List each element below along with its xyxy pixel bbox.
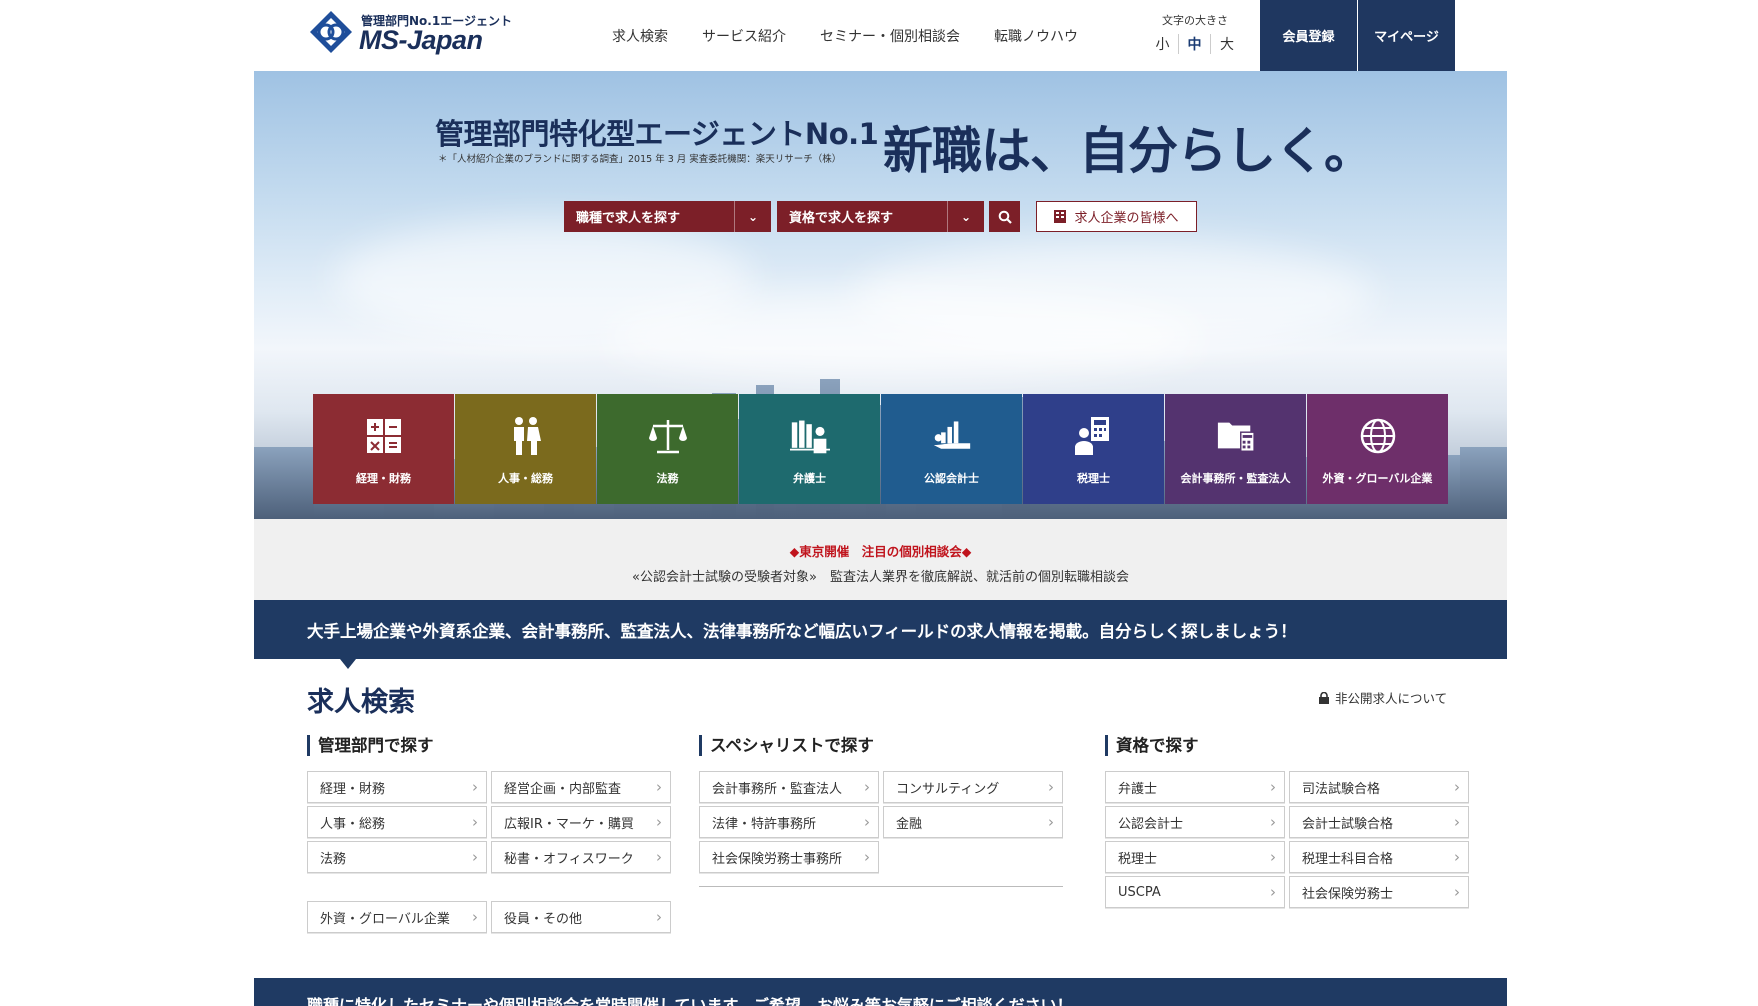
tile-label: 税理士 xyxy=(1077,472,1110,485)
link-uscpa[interactable]: USCPA xyxy=(1105,876,1285,908)
tile-label: 法務 xyxy=(656,472,679,485)
tile-accounting[interactable]: 経理・財務 xyxy=(313,394,454,504)
logo-mark-icon xyxy=(310,11,352,53)
notice-text: «公認会計士試験の受験者対象» 監査法人業界を徹底解説、就活前の個別転職相談会 xyxy=(632,570,1129,585)
font-size-medium[interactable]: 中 xyxy=(1179,34,1211,54)
banner-pointer xyxy=(340,659,356,669)
event-notice[interactable]: ◆東京開催 注目の個別相談会◆ «公認会計士試験の受験者対象» 監査法人業界を徹… xyxy=(254,519,1507,600)
search-icon xyxy=(998,210,1012,224)
link-accounting[interactable]: 経理・財務 xyxy=(307,771,487,803)
tile-label: 人事・総務 xyxy=(498,472,553,485)
mypage-button[interactable]: マイページ xyxy=(1358,0,1455,71)
register-button[interactable]: 会員登録 xyxy=(1260,0,1357,71)
calc-person-icon xyxy=(1074,416,1114,456)
link-executive[interactable]: 役員・その他 xyxy=(491,901,671,933)
logo-wordmark: MS-Japan xyxy=(359,25,483,55)
tile-lawyer[interactable]: 弁護士 xyxy=(739,394,880,504)
tile-hr[interactable]: 人事・総務 xyxy=(455,394,596,504)
tile-cpa[interactable]: 公認会計士 xyxy=(881,394,1022,504)
job-type-select-label: 職種で求人を探す xyxy=(576,211,681,226)
hero: 管理部門特化型エージェントNo.1 ＊「人材紹介企業のブランドに関する調査」20… xyxy=(254,71,1507,519)
heading-by-department: 管理部門で探す xyxy=(307,735,434,756)
corporate-link-button[interactable]: 求人企業の皆様へ xyxy=(1036,201,1197,232)
qualification-select-label: 資格で求人を探す xyxy=(789,211,894,226)
link-corporate-planning[interactable]: 経営企画・内部監査 xyxy=(491,771,671,803)
link-tax-subject[interactable]: 税理士科目合格 xyxy=(1289,841,1469,873)
heading-by-specialist: スペシャリストで探す xyxy=(699,735,874,756)
folder-icon xyxy=(1216,416,1256,456)
people-icon xyxy=(506,416,546,456)
link-finance[interactable]: 金融 xyxy=(883,806,1063,838)
hero-headline: 管理部門特化型エージェントNo.1 xyxy=(435,117,879,151)
nav-seminar[interactable]: セミナー・個別相談会 xyxy=(820,26,960,46)
seminar-banner-text: 職種に特化したセミナーや個別相談会を常時開催しています。ご希望、お悩み等お気軽に… xyxy=(307,996,1073,1006)
corporate-link-label: 求人企業の皆様へ xyxy=(1074,211,1179,226)
tile-label: 外資・グローバル企業 xyxy=(1322,472,1433,485)
nav-service[interactable]: サービス紹介 xyxy=(702,26,786,46)
font-size-large[interactable]: 大 xyxy=(1211,34,1243,54)
link-legal[interactable]: 法務 xyxy=(307,841,487,873)
lock-icon xyxy=(1319,691,1329,704)
heading-by-qualification: 資格で探す xyxy=(1105,735,1199,756)
chart-icon xyxy=(932,416,972,456)
job-type-select[interactable]: 職種で求人を探す ⌄ xyxy=(564,201,771,232)
link-global[interactable]: 外資・グローバル企業 xyxy=(307,901,487,933)
tile-label: 公認会計士 xyxy=(924,472,979,485)
page: 管理部門No.1エージェント MS-Japan 求人検索 サービス紹介 セミナー… xyxy=(0,0,1758,1006)
link-consulting[interactable]: コンサルティング xyxy=(883,771,1063,803)
link-accounting-firm[interactable]: 会計事務所・監査法人 xyxy=(699,771,879,803)
link-cpa[interactable]: 公認会計士 xyxy=(1105,806,1285,838)
seminar-banner: 職種に特化したセミナーや個別相談会を常時開催しています。ご希望、お悩み等お気軽に… xyxy=(254,978,1507,1006)
hero-catchcopy: 新職は、自分らしく。 xyxy=(883,122,1374,180)
link-hr[interactable]: 人事・総務 xyxy=(307,806,487,838)
nav-knowhow[interactable]: 転職ノウハウ xyxy=(994,26,1078,46)
link-pr-marketing[interactable]: 広報IR・マーケ・購買 xyxy=(491,806,671,838)
font-size-small[interactable]: 小 xyxy=(1147,34,1179,54)
search-button[interactable] xyxy=(989,201,1020,232)
category-tiles: 経理・財務 人事・総務 法務 弁護士 公認会計士 税理士 会計事務所・監査法人 … xyxy=(313,394,1449,504)
tile-label: 弁護士 xyxy=(793,472,826,485)
link-labor-firm[interactable]: 社会保険労務士事務所 xyxy=(699,841,879,873)
link-bar-exam[interactable]: 司法試験合格 xyxy=(1289,771,1469,803)
link-law-firm[interactable]: 法律・特許事務所 xyxy=(699,806,879,838)
building-icon xyxy=(1054,210,1067,223)
tile-label: 会計事務所・監査法人 xyxy=(1180,472,1291,485)
qualification-select[interactable]: 資格で求人を探す ⌄ xyxy=(777,201,984,232)
site-header: 管理部門No.1エージェント MS-Japan 求人検索 サービス紹介 セミナー… xyxy=(0,0,1758,71)
tile-global[interactable]: 外資・グローバル企業 xyxy=(1307,394,1448,504)
notice-title: ◆東京開催 注目の個別相談会◆ xyxy=(789,544,972,559)
secret-jobs-link[interactable]: 非公開求人について xyxy=(1319,688,1447,707)
chevron-down-icon: ⌄ xyxy=(947,201,984,232)
secret-jobs-label: 非公開求人について xyxy=(1335,691,1448,706)
font-size-switcher: 文字の大きさ 小 中 大 xyxy=(1147,12,1243,54)
scales-icon xyxy=(648,416,688,456)
hero-footnote: ＊「人材紹介企業のブランドに関する調査」2015 年 3 月 実査委託機関：楽天… xyxy=(438,154,842,165)
link-cpa-exam[interactable]: 会計士試験合格 xyxy=(1289,806,1469,838)
intro-banner: 大手上場企業や外資系企業、会計事務所、監査法人、法律事務所など幅広いフィールドの… xyxy=(254,600,1507,659)
link-lawyer[interactable]: 弁護士 xyxy=(1105,771,1285,803)
section-title: 求人検索 xyxy=(307,687,415,718)
tile-label: 経理・財務 xyxy=(356,472,411,485)
tile-tax-accountant[interactable]: 税理士 xyxy=(1023,394,1164,504)
main-nav: 求人検索 サービス紹介 セミナー・個別相談会 転職ノウハウ xyxy=(612,0,1112,71)
link-secretary[interactable]: 秘書・オフィスワーク xyxy=(491,841,671,873)
nav-job-search[interactable]: 求人検索 xyxy=(612,26,668,46)
divider xyxy=(699,886,1063,887)
tile-legal[interactable]: 法務 xyxy=(597,394,738,504)
globe-icon xyxy=(1358,416,1398,456)
books-icon xyxy=(789,416,830,456)
calculator-icon xyxy=(364,416,404,456)
font-size-label: 文字の大きさ xyxy=(1162,14,1228,27)
tile-accounting-firm[interactable]: 会計事務所・監査法人 xyxy=(1165,394,1306,504)
chevron-down-icon: ⌄ xyxy=(734,201,771,232)
link-labor-consultant[interactable]: 社会保険労務士 xyxy=(1289,876,1469,908)
link-tax-accountant[interactable]: 税理士 xyxy=(1105,841,1285,873)
ms-japan-logo[interactable]: 管理部門No.1エージェント MS-Japan xyxy=(309,8,512,58)
